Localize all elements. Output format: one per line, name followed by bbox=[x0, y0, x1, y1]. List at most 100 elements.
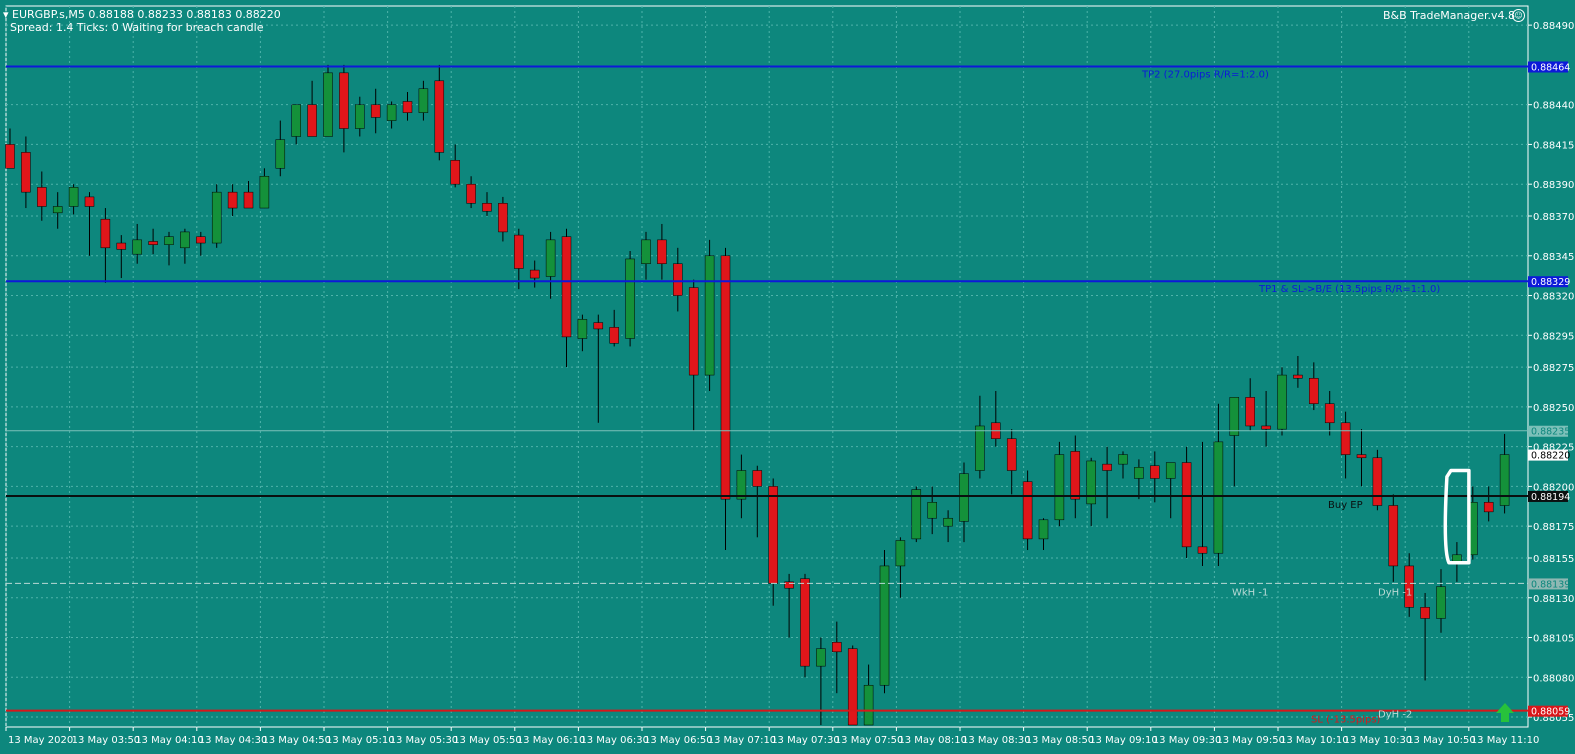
bear-candle bbox=[339, 72, 349, 129]
bull-candle bbox=[1213, 441, 1224, 554]
bear-candle bbox=[1150, 465, 1160, 479]
level-label-entry: Buy EP bbox=[1328, 500, 1363, 511]
bull-candle bbox=[895, 540, 906, 567]
bear-candle bbox=[768, 486, 778, 584]
bear-candle bbox=[148, 241, 158, 245]
chart-window[interactable]: 0.88490 0.88440 0.88415 0.88390 0.88370 0.883… bbox=[0, 0, 1575, 754]
y-tick-label: 0.88345 bbox=[1533, 252, 1574, 263]
level-label-sl: SL (-13.5pips) bbox=[1311, 715, 1381, 726]
x-tick-label: 13 May 04:50 bbox=[262, 735, 331, 746]
x-tick-label: 13 May 06:10 bbox=[517, 735, 586, 746]
bear-candle bbox=[370, 104, 381, 118]
bull-candle bbox=[52, 206, 63, 214]
bear-candle bbox=[402, 101, 413, 113]
bear-candle bbox=[1372, 457, 1383, 506]
y-tick-label: 0.88275 bbox=[1533, 363, 1574, 374]
bear-candle bbox=[1245, 397, 1255, 427]
bear-candle bbox=[1324, 403, 1335, 424]
bull-candle bbox=[164, 236, 174, 245]
bear-candle bbox=[514, 234, 524, 269]
bear-candle bbox=[196, 236, 206, 244]
bull-candle bbox=[1165, 462, 1176, 479]
price-tag-label-entry: 0.88194 bbox=[1531, 492, 1570, 503]
bear-candle bbox=[1483, 502, 1494, 513]
bear-candle bbox=[609, 327, 619, 344]
level-label-dyh-1: DyH -1 bbox=[1378, 587, 1412, 598]
bull-candle bbox=[625, 258, 635, 339]
bear-candle bbox=[307, 104, 317, 137]
bull-candle bbox=[355, 104, 365, 129]
bull-candle bbox=[816, 648, 826, 667]
x-tick-label: 13 May 08:30 bbox=[962, 735, 1031, 746]
x-tick-label: 13 May 09:10 bbox=[1089, 735, 1158, 746]
bull-candle bbox=[641, 239, 651, 264]
level-label-tp1: TP1 & SL->B/E (13.5pips R/R=1:1.0) bbox=[1258, 284, 1440, 295]
y-tick-label: 0.88250 bbox=[1533, 403, 1574, 414]
bear-candle bbox=[1388, 505, 1399, 567]
y-tick-label: 0.88390 bbox=[1533, 180, 1574, 191]
bear-candle bbox=[243, 191, 254, 209]
x-tick-label: 13 May 11:10 bbox=[1471, 735, 1540, 746]
bull-candle bbox=[863, 684, 874, 726]
price-chart[interactable]: 0.88490 0.88440 0.88415 0.88390 0.88370 0.883… bbox=[0, 0, 1575, 754]
y-tick-label: 0.88130 bbox=[1533, 594, 1574, 605]
price-tag-label-ref: 0.88235 bbox=[1531, 427, 1570, 438]
bear-candle bbox=[37, 187, 47, 207]
price-tag-label-tp1: 0.88329 bbox=[1531, 277, 1570, 288]
bull-candle bbox=[545, 239, 556, 277]
bear-candle bbox=[1261, 425, 1271, 430]
bear-candle bbox=[84, 196, 95, 207]
x-tick-label: 13 May 10:10 bbox=[1280, 735, 1349, 746]
bear-candle bbox=[1102, 463, 1112, 471]
bear-candle bbox=[1340, 422, 1351, 455]
bull-candle bbox=[1038, 519, 1049, 540]
bear-candle bbox=[1309, 377, 1319, 404]
symbol-info: ▾ EURGBP.s,M5 0.88188 0.88233 0.88183 0.… bbox=[3, 8, 281, 21]
bull-candle bbox=[132, 239, 142, 255]
level-label-tp2: TP2 (27.0pips R/R=1:2.0) bbox=[1141, 69, 1269, 80]
bull-candle bbox=[1086, 460, 1096, 505]
x-tick-label: 13 May 05:10 bbox=[326, 735, 395, 746]
bear-candle bbox=[450, 160, 460, 185]
bull-candle bbox=[1229, 397, 1240, 436]
bull-candle bbox=[704, 255, 715, 376]
bull-candle bbox=[275, 139, 286, 169]
level-label-wkh: WkH -1 bbox=[1232, 587, 1268, 598]
y-tick-label: 0.88370 bbox=[1533, 212, 1574, 223]
y-tick-label: 0.88415 bbox=[1533, 140, 1574, 151]
bull-candle bbox=[68, 187, 79, 207]
bear-candle bbox=[482, 203, 492, 212]
bear-candle bbox=[1293, 374, 1303, 379]
bull-candle bbox=[1499, 454, 1510, 506]
bear-candle bbox=[673, 263, 683, 296]
bear-candle bbox=[466, 183, 476, 204]
bull-candle bbox=[959, 473, 969, 522]
y-tick-label: 0.88320 bbox=[1533, 292, 1574, 303]
bull-candle bbox=[1134, 467, 1144, 479]
current-price-label: 0.88220 bbox=[1531, 451, 1570, 462]
level-label-dyh-2: DyH -2 bbox=[1378, 710, 1412, 721]
bear-candle bbox=[561, 236, 572, 338]
bull-candle bbox=[211, 191, 222, 244]
bear-candle bbox=[657, 239, 667, 264]
buy-arrow-icon bbox=[1496, 703, 1514, 722]
bull-candle bbox=[943, 517, 953, 527]
bear-candle bbox=[1022, 481, 1033, 540]
bear-candle bbox=[784, 581, 794, 589]
plot-frame bbox=[5, 5, 1529, 728]
bear-candle bbox=[21, 152, 31, 193]
y-tick-label: 0.88105 bbox=[1533, 634, 1574, 645]
bear-candle bbox=[227, 191, 238, 209]
bear-candle bbox=[1070, 451, 1081, 500]
x-tick-label: 13 May 10:50 bbox=[1407, 735, 1476, 746]
bull-candle bbox=[1452, 554, 1462, 562]
bear-candle bbox=[800, 578, 810, 667]
bear-candle bbox=[1197, 546, 1208, 554]
bear-candle bbox=[832, 642, 842, 653]
x-tick-label: 13 May 05:50 bbox=[453, 735, 522, 746]
bear-candle bbox=[1181, 462, 1192, 548]
bull-candle bbox=[1277, 374, 1287, 430]
x-tick-label: 13 May 05:30 bbox=[390, 735, 459, 746]
x-tick-label: 13 May 09:50 bbox=[1216, 735, 1285, 746]
x-tick-label: 13 May 07:10 bbox=[708, 735, 777, 746]
